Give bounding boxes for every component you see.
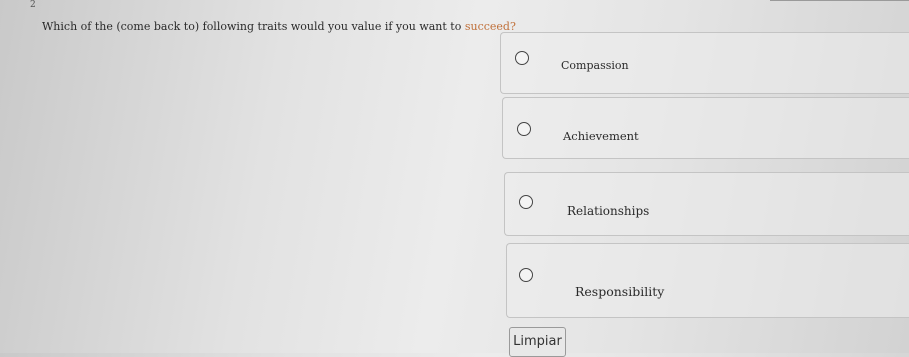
radio-button[interactable]	[517, 122, 531, 136]
question-text-main: Which of the (come back to) following tr…	[42, 20, 465, 33]
top-edge-divider	[770, 0, 909, 4]
option-achievement[interactable]: Achievement	[502, 97, 909, 159]
option-label: Achievement	[563, 129, 639, 143]
question-text: Which of the (come back to) following tr…	[42, 20, 516, 33]
radio-button[interactable]	[519, 195, 533, 209]
radio-button[interactable]	[515, 51, 529, 65]
option-label: Relationships	[567, 204, 650, 218]
option-responsibility[interactable]: Responsibility	[506, 243, 909, 318]
option-relationships[interactable]: Relationships	[504, 172, 909, 236]
radio-button[interactable]	[519, 268, 533, 282]
option-compassion[interactable]: Compassion	[500, 32, 909, 94]
option-label: Responsibility	[575, 284, 665, 299]
option-label: Compassion	[561, 59, 629, 72]
question-number: 2	[30, 0, 36, 10]
